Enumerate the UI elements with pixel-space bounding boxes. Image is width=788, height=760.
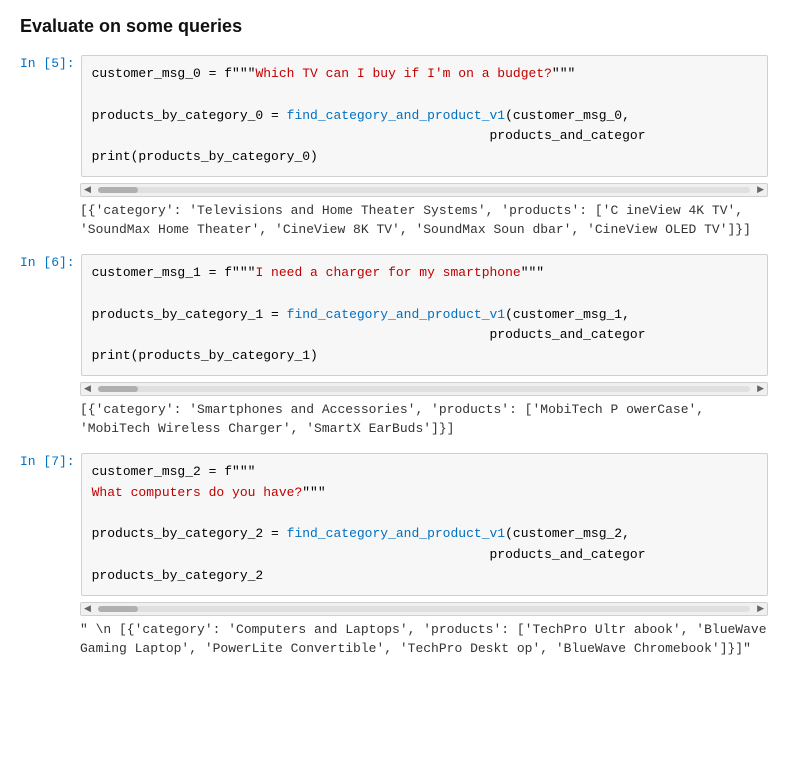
cells-container: In [5]:customer_msg_0 = f"""Which TV can… — [20, 55, 768, 659]
code-line: customer_msg_1 = f"""I need a charger fo… — [92, 263, 757, 284]
page-title: Evaluate on some queries — [20, 16, 768, 37]
code-box: customer_msg_0 = f"""Which TV can I buy … — [81, 55, 768, 177]
code-token: = — [201, 265, 224, 280]
code-token: customer_msg_0 — [92, 66, 201, 81]
cell-label: In [7]: — [20, 453, 81, 469]
input-row: In [6]: customer_msg_1 = f"""I need a cha… — [20, 254, 768, 376]
code-token: products_by_category_2 — [92, 568, 264, 583]
code-token: """ — [552, 66, 575, 81]
code-box: customer_msg_1 = f"""I need a charger fo… — [81, 254, 768, 376]
code-token: products_and_categor — [92, 547, 646, 562]
code-line — [92, 504, 757, 525]
code-cell: In [5]: customer_msg_0 = f"""Which TV can… — [20, 55, 768, 240]
scroll-right-arrow[interactable]: ▶ — [754, 184, 767, 195]
code-token: I need a charger for my smartphone — [255, 265, 520, 280]
output-cell: " \n [{'category': 'Computers and Laptop… — [80, 620, 768, 659]
code-token: f""" — [224, 464, 255, 479]
cell-label: In [5]: — [20, 55, 81, 71]
code-token: (customer_msg_1, — [505, 307, 630, 322]
scroll-right-arrow[interactable]: ▶ — [754, 603, 767, 614]
code-token: = — [201, 464, 224, 479]
code-token: find_category_and_product_v1 — [287, 108, 505, 123]
code-token: Which TV can I buy if I'm on a budget? — [255, 66, 551, 81]
code-line: print(products_by_category_0) — [92, 147, 757, 168]
code-token: products_by_category_0 — [92, 108, 264, 123]
code-box: customer_msg_2 = f"""What computers do y… — [81, 453, 768, 596]
scroll-thumb[interactable] — [98, 386, 138, 392]
code-token: customer_msg_2 — [92, 464, 201, 479]
cell-label: In [6]: — [20, 254, 81, 270]
scroll-track[interactable] — [98, 606, 750, 612]
code-cell: In [6]: customer_msg_1 = f"""I need a cha… — [20, 254, 768, 439]
code-token: products_and_categor — [92, 128, 646, 143]
code-token: = — [263, 307, 286, 322]
scroll-track[interactable] — [98, 386, 750, 392]
horizontal-scrollbar[interactable]: ◀ ▶ — [80, 183, 768, 197]
scroll-track[interactable] — [98, 187, 750, 193]
code-line: products_by_category_0 = find_category_a… — [92, 106, 757, 127]
code-line: customer_msg_0 = f"""Which TV can I buy … — [92, 64, 757, 85]
scroll-right-arrow[interactable]: ▶ — [754, 383, 767, 394]
horizontal-scrollbar[interactable]: ◀ ▶ — [80, 602, 768, 616]
code-token: What computers do you have? — [92, 485, 303, 500]
code-line: products_by_category_2 = find_category_a… — [92, 524, 757, 545]
code-line: products_and_categor — [92, 126, 757, 147]
code-line: What computers do you have?""" — [92, 483, 757, 504]
output-cell: [{'category': 'Smartphones and Accessori… — [80, 400, 768, 439]
code-token: = — [201, 66, 224, 81]
code-token: """ — [302, 485, 325, 500]
code-cell: In [7]:customer_msg_2 = f"""What compute… — [20, 453, 768, 659]
code-token: f""" — [224, 265, 255, 280]
code-token: f""" — [224, 66, 255, 81]
horizontal-scrollbar[interactable]: ◀ ▶ — [80, 382, 768, 396]
code-token: customer_msg_1 — [92, 265, 201, 280]
code-line: products_by_category_1 = find_category_a… — [92, 305, 757, 326]
input-row: In [7]:customer_msg_2 = f"""What compute… — [20, 453, 768, 596]
code-token: = — [263, 526, 286, 541]
scroll-left-arrow[interactable]: ◀ — [81, 383, 94, 394]
code-line: products_and_categor — [92, 325, 757, 346]
input-row: In [5]: customer_msg_0 = f"""Which TV can… — [20, 55, 768, 177]
code-line: customer_msg_2 = f""" — [92, 462, 757, 483]
output-cell: [{'category': 'Televisions and Home Thea… — [80, 201, 768, 240]
code-line — [92, 85, 757, 106]
scroll-left-arrow[interactable]: ◀ — [81, 603, 94, 614]
code-token: (customer_msg_2, — [505, 526, 630, 541]
code-token: """ — [521, 265, 544, 280]
code-token: find_category_and_product_v1 — [287, 526, 505, 541]
code-token: (products_by_category_0) — [131, 149, 318, 164]
code-token: products_and_categor — [92, 327, 646, 342]
code-token: find_category_and_product_v1 — [287, 307, 505, 322]
code-token: products_by_category_2 — [92, 526, 264, 541]
code-token: (products_by_category_1) — [131, 348, 318, 363]
code-line: print(products_by_category_1) — [92, 346, 757, 367]
code-token: (customer_msg_0, — [505, 108, 630, 123]
scroll-thumb[interactable] — [98, 606, 138, 612]
code-token: products_by_category_1 — [92, 307, 264, 322]
code-token: = — [263, 108, 286, 123]
scroll-left-arrow[interactable]: ◀ — [81, 184, 94, 195]
code-line: products_by_category_2 — [92, 566, 757, 587]
scroll-thumb[interactable] — [98, 187, 138, 193]
code-token: print — [92, 149, 131, 164]
code-token: print — [92, 348, 131, 363]
code-line — [92, 284, 757, 305]
code-line: products_and_categor — [92, 545, 757, 566]
